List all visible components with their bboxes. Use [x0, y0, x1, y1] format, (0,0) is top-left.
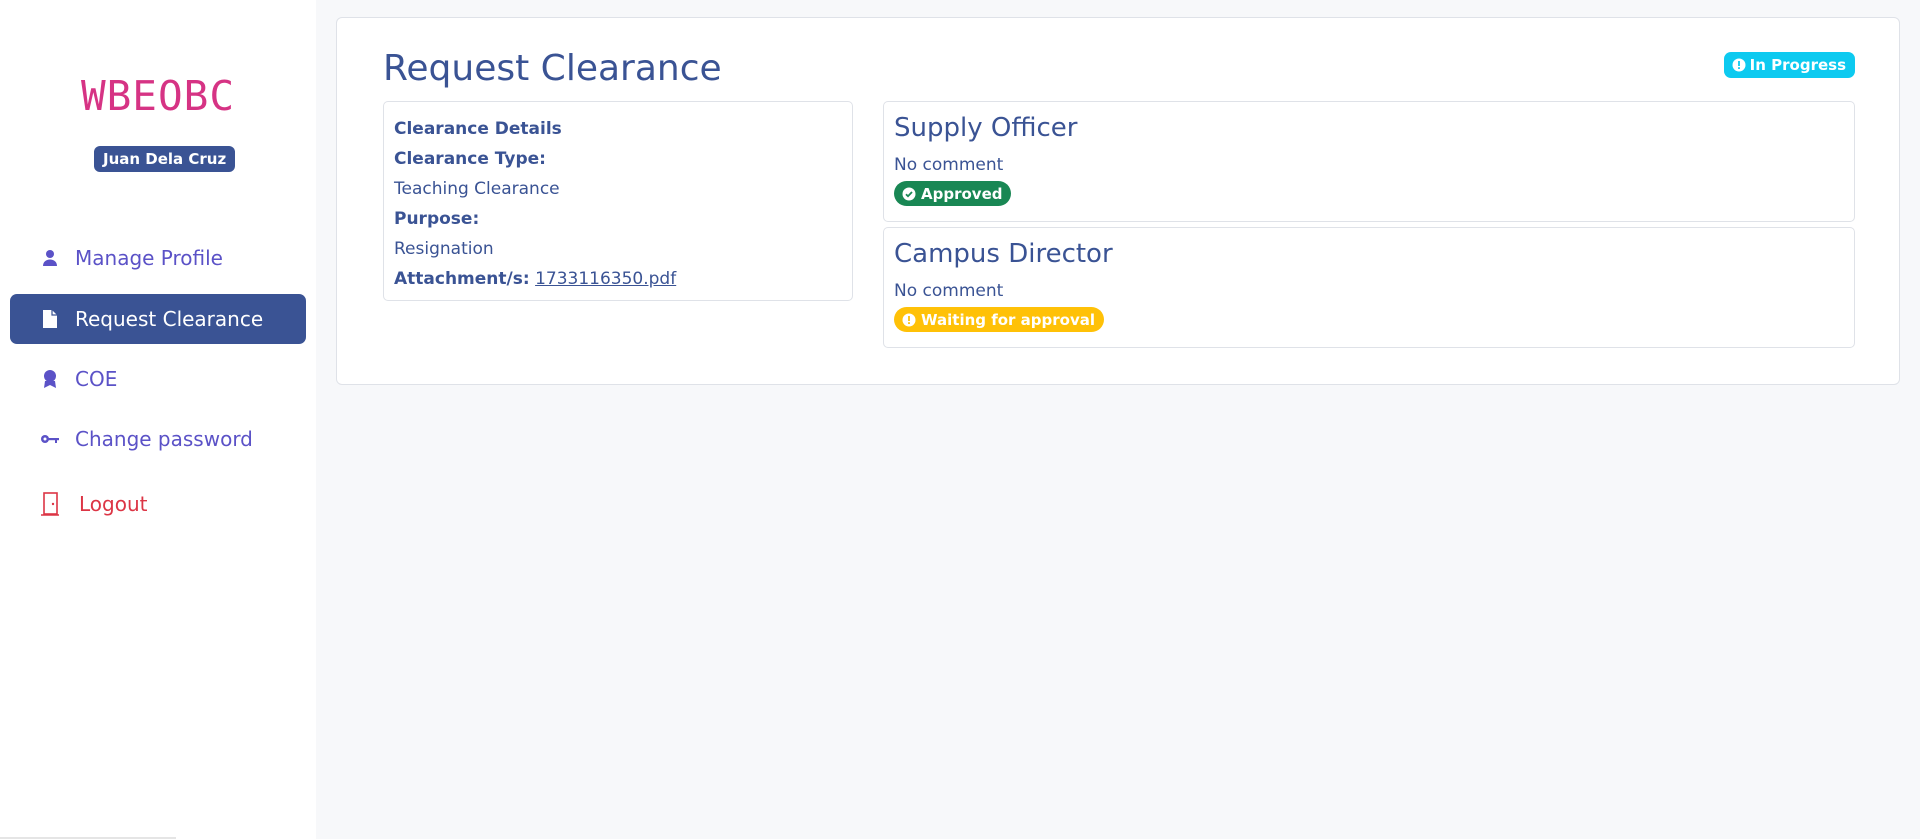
- clearance-type-value: Teaching Clearance: [394, 179, 560, 199]
- approver-card-supply-officer: Supply Officer No comment Approved: [883, 101, 1855, 222]
- logout-label: Logout: [79, 492, 148, 516]
- page-title: Request Clearance: [383, 48, 722, 89]
- sidebar-item-coe[interactable]: COE: [10, 354, 306, 404]
- sidebar-item-label: Manage Profile: [75, 246, 223, 270]
- logout-button[interactable]: Logout: [10, 479, 306, 529]
- approval-status-badge: Waiting for approval: [894, 307, 1105, 332]
- approver-comment: No comment: [894, 281, 1004, 301]
- sidebar-item-request-clearance[interactable]: Request Clearance: [10, 294, 306, 344]
- approver-role: Supply Officer: [894, 113, 1078, 143]
- exclamation-circle-icon: [902, 313, 916, 327]
- purpose-label: Purpose:: [394, 209, 480, 229]
- attachment-row: Attachment/s: 1733116350.pdf: [394, 264, 842, 294]
- status-badge: In Progress: [1723, 52, 1855, 78]
- sidebar-item-label: Request Clearance: [75, 307, 264, 331]
- exclamation-circle-icon: [1732, 58, 1746, 72]
- approval-status-label: Waiting for approval: [921, 310, 1096, 329]
- approval-status-badge: Approved: [894, 181, 1012, 206]
- approver-comment: No comment: [894, 155, 1004, 175]
- clearance-card: Request Clearance In Progress Clearance …: [336, 17, 1900, 385]
- check-circle-icon: [902, 187, 916, 201]
- approval-status-label: Approved: [921, 184, 1003, 203]
- sidebar-item-manage-profile[interactable]: Manage Profile: [10, 233, 306, 283]
- brand-logo: WBEOBC: [80, 72, 236, 120]
- sidebar: WBEOBC Juan Dela Cruz Manage Profile Req…: [0, 0, 316, 839]
- attachment-label: Attachment/s:: [394, 269, 530, 289]
- user-name-badge: Juan Dela Cruz: [94, 146, 236, 172]
- clearance-type-label: Clearance Type:: [394, 149, 546, 169]
- attachment-link[interactable]: 1733116350.pdf: [535, 269, 676, 289]
- status-label: In Progress: [1749, 56, 1846, 74]
- details-heading: Clearance Details: [394, 119, 562, 139]
- clearance-details-panel: Clearance Details Clearance Type: Teachi…: [383, 101, 853, 301]
- sidebar-item-label: Change password: [75, 427, 253, 451]
- file-icon: [40, 309, 60, 329]
- sidebar-item-change-password[interactable]: Change password: [10, 414, 306, 464]
- purpose-value: Resignation: [394, 239, 494, 259]
- award-icon: [40, 369, 60, 389]
- door-icon: [40, 492, 60, 516]
- approver-card-campus-director: Campus Director No comment Waiting for a…: [883, 227, 1855, 348]
- approver-role: Campus Director: [894, 239, 1113, 269]
- user-icon: [40, 248, 60, 268]
- sidebar-item-label: COE: [75, 367, 118, 391]
- key-icon: [40, 429, 60, 449]
